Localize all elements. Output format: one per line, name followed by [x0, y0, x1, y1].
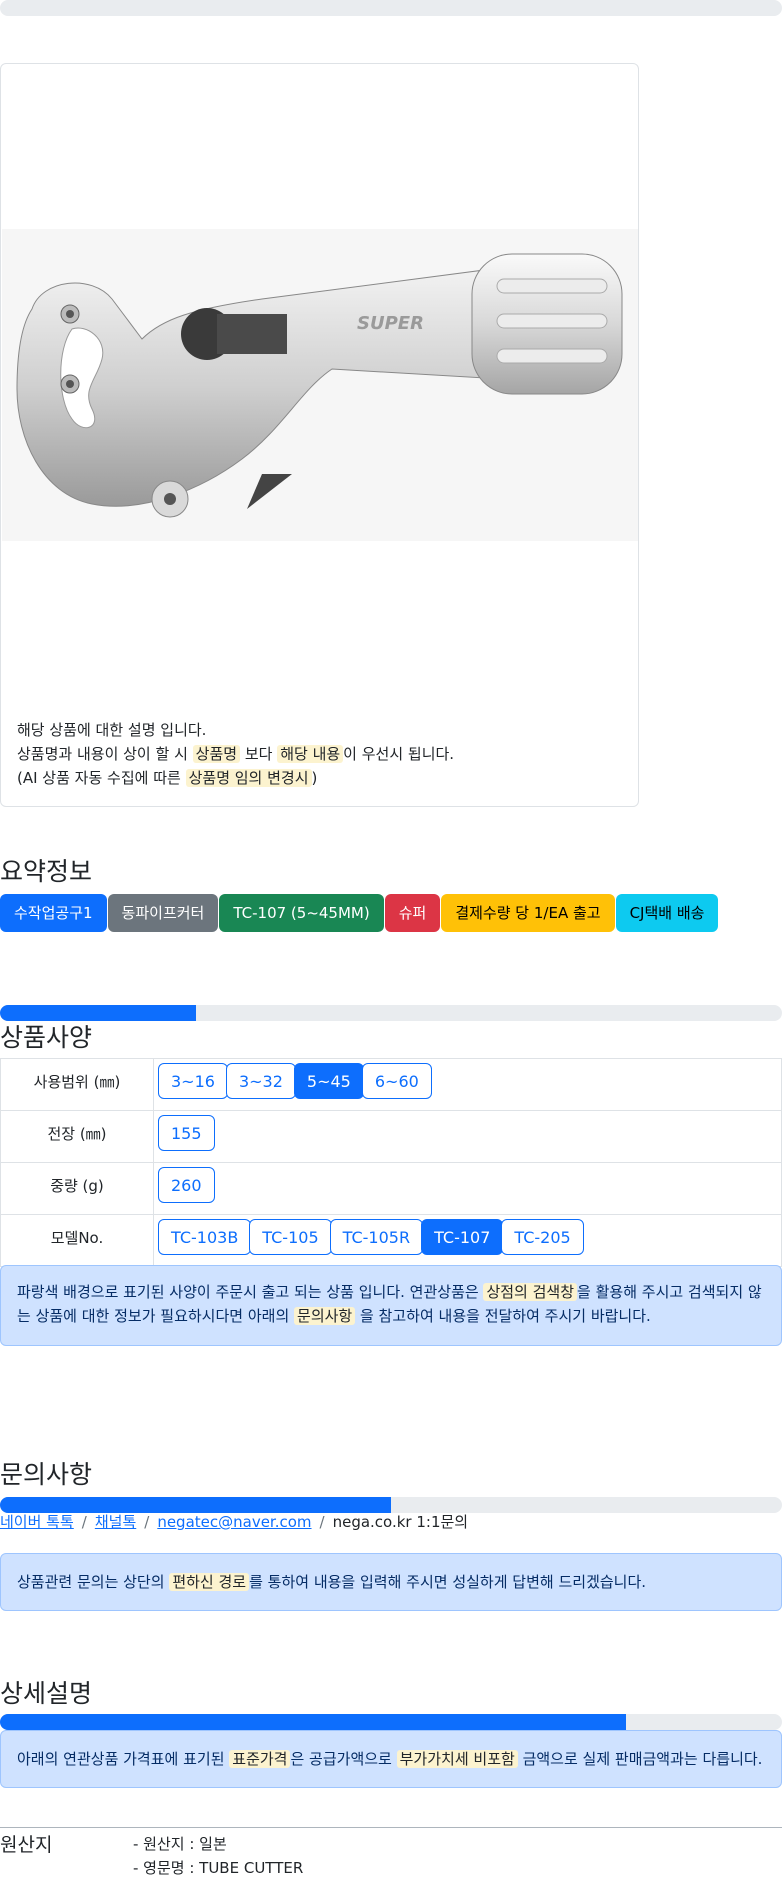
description-line3: (AI 상품 자동 수집에 따른 상품명 임의 변경시) [17, 766, 454, 790]
separator: / [81, 1513, 87, 1531]
spec-option-button[interactable]: TC-105 [249, 1219, 332, 1255]
text: 은 공급가액으로 [290, 1750, 397, 1768]
highlight: 해당 내용 [277, 745, 344, 763]
text: 아래의 연관상품 가격표에 표기된 [17, 1750, 230, 1768]
product-image: SUPER [2, 229, 638, 541]
origin-item: - 원산지 : 일본 [133, 1835, 227, 1853]
origin-item: - 영문명 : TUBE CUTTER [133, 1859, 304, 1877]
spec-row: 모델No. TC-103B TC-105 TC-105R TC-107 TC-205 [0, 1214, 782, 1267]
site-inquiry-text: nega.co.kr 1:1문의 [332, 1513, 469, 1531]
svg-text:SUPER: SUPER [357, 313, 424, 334]
summary-badge: TC-107 (5~45MM) [219, 894, 384, 932]
highlight: 부가가치세 비포함 [396, 1750, 518, 1768]
highlight: 상점의 검색창 [483, 1283, 578, 1301]
text: (AI 상품 자동 수집에 따른 [17, 769, 186, 787]
origin-list: - 원산지 : 일본 - 영문명 : TUBE CUTTER [133, 1832, 303, 1880]
text: 상품관련 문의는 상단의 [17, 1573, 170, 1591]
separator: / [144, 1513, 150, 1531]
spec-option-button[interactable]: 155 [158, 1115, 215, 1151]
spec-options: TC-103B TC-105 TC-105R TC-107 TC-205 [153, 1214, 782, 1267]
spec-options: 155 [153, 1110, 782, 1163]
detail-progress [0, 1714, 782, 1730]
highlight: 상품명 [192, 745, 241, 763]
product-description: 해당 상품에 대한 설명 입니다. 상품명과 내용이 상이 할 시 상품명 보다… [17, 718, 454, 790]
inquiry-title: 문의사항 [0, 1460, 93, 1489]
email-link[interactable]: negatec@naver.com [157, 1513, 311, 1531]
text: 보다 [240, 745, 278, 763]
spec-row: 사용범위 (㎜) 3~16 3~32 5~45 6~60 [0, 1058, 782, 1111]
tube-cutter-image: SUPER [16, 253, 623, 518]
spec-title: 상품사양 [0, 1023, 93, 1052]
highlight: 표준가격 [229, 1750, 291, 1768]
spec-option-button[interactable]: TC-105R [329, 1219, 424, 1255]
separator: / [319, 1513, 325, 1531]
summary-badges: 수작업공구1 동파이프커터 TC-107 (5~45MM) 슈퍼 결제수량 당 1/EA… [0, 894, 719, 932]
description-line1: 해당 상품에 대한 설명 입니다. [17, 721, 207, 739]
highlight: 편하신 경로 [169, 1573, 250, 1591]
summary-badge: CJ택배 배송 [615, 894, 719, 932]
inquiry-notice: 상품관련 문의는 상단의 편하신 경로 를 통하여 내용을 입력해 주시면 성실하… [0, 1553, 782, 1611]
inquiry-links: 네이버 톡톡 / 채널톡 / negatec@naver.com / nega.co.kr … [0, 1511, 468, 1532]
text: 파랑색 배경으로 표기된 사양이 주문시 출고 되는 상품 입니다. 연관상품은 [17, 1283, 484, 1301]
spec-option-button[interactable]: 3~32 [225, 1063, 296, 1099]
detail-title: 상세설명 [0, 1679, 93, 1708]
origin-section: 원산지 - 원산지 : 일본 - 영문명 : TUBE CUTTER [0, 1827, 782, 1877]
summary-badge: 슈퍼 [384, 894, 441, 932]
detail-notice: 아래의 연관상품 가격표에 표기된 표준가격 은 공급가액으로 부가가치세 비포함… [0, 1730, 782, 1788]
channel-talk-link[interactable]: 채널톡 [95, 1513, 136, 1531]
spec-label: 중량 (g) [0, 1162, 154, 1215]
text: 상품명과 내용이 상이 할 시 [17, 745, 193, 763]
naver-talk-link[interactable]: 네이버 톡톡 [0, 1513, 74, 1531]
spec-table: 사용범위 (㎜) 3~16 3~32 5~45 6~60 전장 (㎜) 155 중량 (g) 2… [0, 1058, 782, 1267]
spec-notice: 파랑색 배경으로 표기된 사양이 주문시 출고 되는 상품 입니다. 연관상품은… [0, 1265, 782, 1346]
highlight: 문의사항 [294, 1307, 356, 1325]
text: 를 통하여 내용을 입력해 주시면 성실하게 답변해 드리겠습니다. [249, 1573, 647, 1591]
spec-label: 모델No. [0, 1214, 154, 1267]
spec-label: 전장 (㎜) [0, 1110, 154, 1163]
product-card: SUPER 해당 상품에 대한 설명 입니다. 상품명과 내용이 상이 할 시 … [0, 63, 639, 807]
summary-badge: 동파이프커터 [107, 894, 219, 932]
top-progress [0, 0, 782, 16]
text: 을 참고하여 내용을 전달하여 주시기 바랍니다. [355, 1307, 651, 1325]
summary-title: 요약정보 [0, 857, 93, 886]
spec-option-button[interactable]: TC-103B [158, 1219, 252, 1255]
spec-row: 전장 (㎜) 155 [0, 1110, 782, 1163]
spec-options: 3~16 3~32 5~45 6~60 [153, 1058, 782, 1111]
summary-badge: 결제수량 당 1/EA 출고 [441, 894, 615, 932]
spec-row: 중량 (g) 260 [0, 1162, 782, 1215]
highlight: 상품명 임의 변경시 [185, 769, 312, 787]
spec-option-button[interactable]: TC-205 [501, 1219, 584, 1255]
text: 금액으로 실제 판매금액과는 다릅니다. [517, 1750, 763, 1768]
text: 이 우선시 됩니다. [343, 745, 455, 763]
text: ) [311, 769, 318, 787]
description-line2: 상품명과 내용이 상이 할 시 상품명 보다 해당 내용 이 우선시 됩니다. [17, 742, 454, 766]
spec-option-button[interactable]: 3~16 [158, 1063, 228, 1099]
origin-label: 원산지 [0, 1834, 53, 1856]
summary-badge: 수작업공구1 [0, 894, 107, 932]
spec-option-button[interactable]: 6~60 [361, 1063, 432, 1099]
spec-option-button[interactable]: 5~45 [293, 1063, 364, 1099]
spec-options: 260 [153, 1162, 782, 1215]
spec-progress [0, 1005, 782, 1021]
spec-option-button[interactable]: TC-107 [421, 1219, 504, 1255]
spec-label: 사용범위 (㎜) [0, 1058, 154, 1111]
spec-option-button[interactable]: 260 [158, 1167, 215, 1203]
detail-progress-bar [0, 1714, 626, 1730]
